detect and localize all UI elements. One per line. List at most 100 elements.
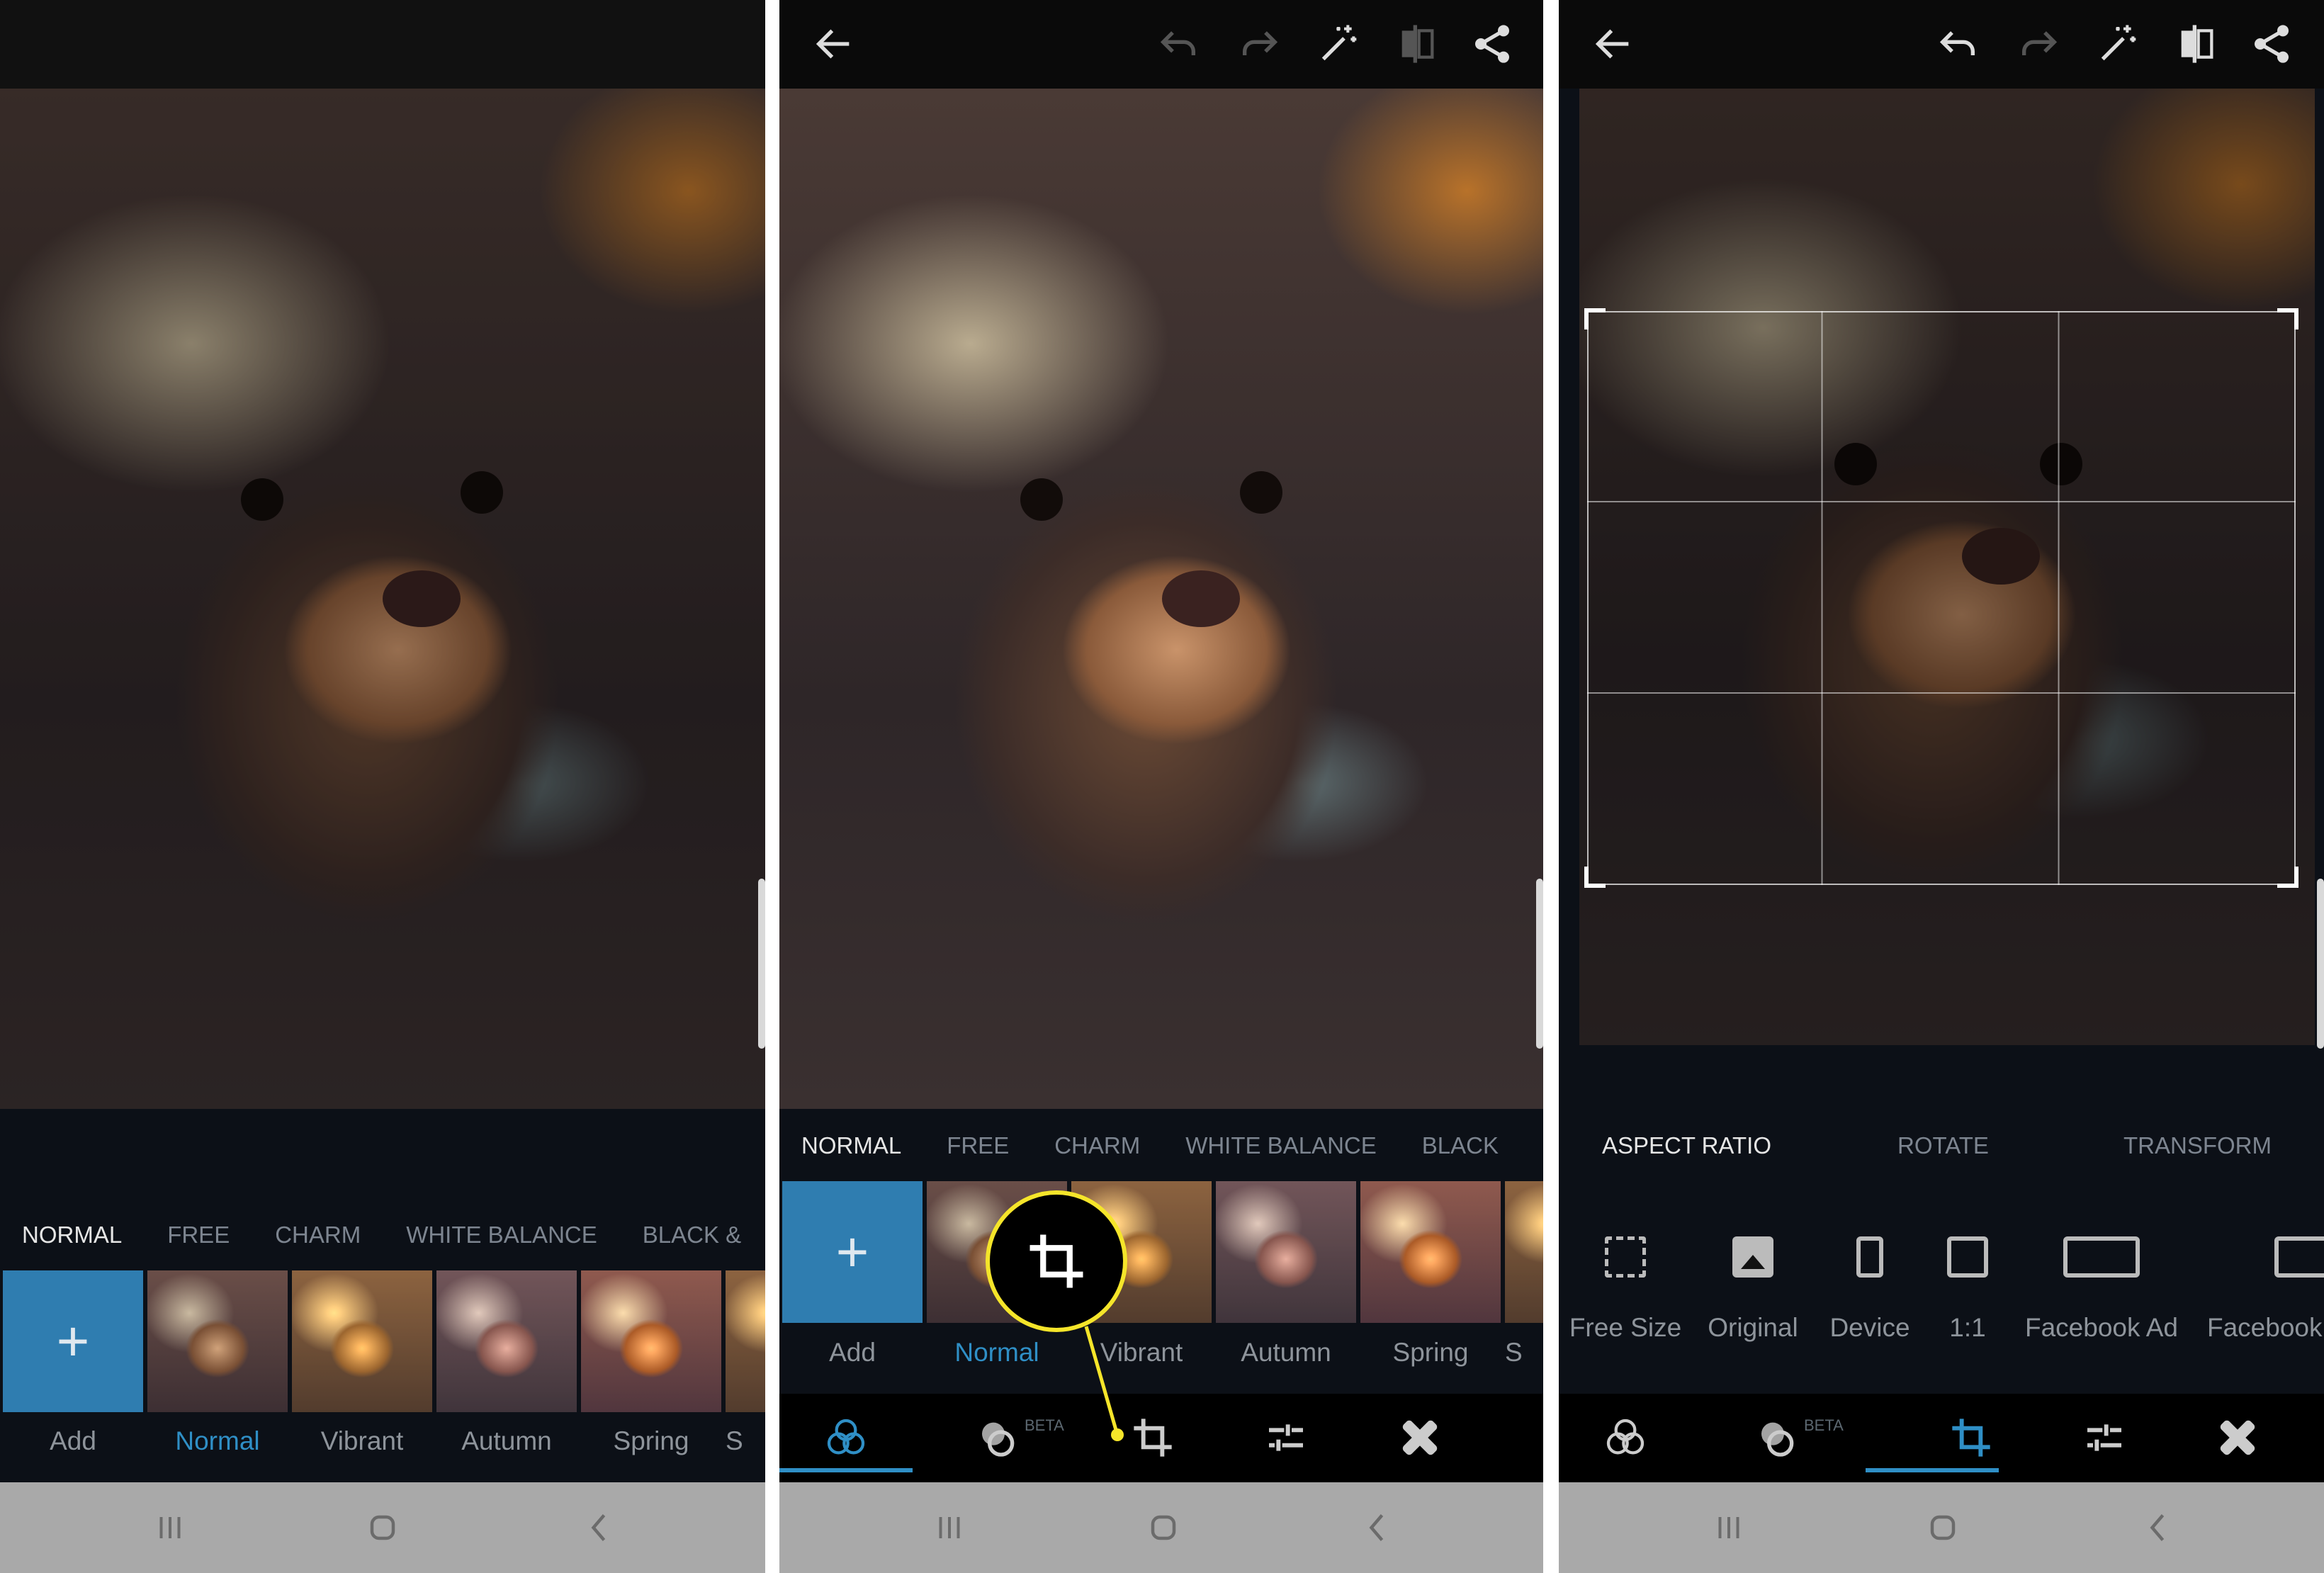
- undo-icon[interactable]: [1935, 21, 1980, 67]
- ratio-facebook[interactable]: Facebook: [2207, 1236, 2324, 1343]
- share-icon[interactable]: [1470, 21, 1515, 67]
- active-tool-indicator: [779, 1468, 913, 1472]
- look-label: S: [726, 1426, 743, 1455]
- share-icon[interactable]: [2249, 21, 2294, 67]
- adjust-tool-icon[interactable]: [1263, 1415, 1309, 1460]
- tab-white-balance[interactable]: WHITE BALANCE: [406, 1222, 597, 1248]
- tab-transform[interactable]: TRANSFORM: [2123, 1132, 2272, 1159]
- photo-detail: [1240, 471, 1282, 514]
- look-thumb-vibrant[interactable]: [292, 1270, 432, 1412]
- look-label: Spring: [613, 1426, 689, 1455]
- redo-icon[interactable]: [1237, 21, 1282, 67]
- photo-dim-overlay: [0, 89, 765, 1109]
- home-icon[interactable]: [1142, 1506, 1185, 1549]
- looks-category-tabs: NORMAL FREE CHARM WHITE BALANCE BLACK: [779, 1124, 1543, 1167]
- rect-icon: [2274, 1236, 2324, 1278]
- look-label: Autumn: [461, 1426, 552, 1455]
- back-nav-icon[interactable]: [577, 1506, 620, 1549]
- crop-handle-bottom-left[interactable]: [1584, 867, 1606, 888]
- healing-tool-icon[interactable]: [2215, 1415, 2260, 1460]
- beta-badge: BETA: [1025, 1416, 1064, 1434]
- looks-tool-icon[interactable]: [823, 1415, 869, 1460]
- look-thumb-spring[interactable]: [581, 1270, 721, 1412]
- magic-wand-icon[interactable]: [2095, 21, 2140, 67]
- android-nav-bar: [779, 1482, 1543, 1573]
- tab-black[interactable]: BLACK &: [643, 1222, 741, 1248]
- recent-apps-icon[interactable]: [1708, 1506, 1750, 1549]
- looks-category-tabs: NORMAL FREE CHARM WHITE BALANCE BLACK &: [0, 1214, 765, 1256]
- look-label: Autumn: [1241, 1338, 1331, 1367]
- compare-icon[interactable]: [1394, 21, 1440, 67]
- ratio-1-1[interactable]: 1:1: [1925, 1236, 2010, 1343]
- look-label: Spring: [1392, 1338, 1469, 1367]
- ratio-label: Free Size: [1569, 1313, 1682, 1342]
- heal-beta-tool-icon[interactable]: [976, 1415, 1022, 1460]
- look-thumb-next[interactable]: [1505, 1181, 1543, 1323]
- ratio-label: Device: [1829, 1313, 1910, 1342]
- crop-tool-icon[interactable]: [1130, 1415, 1175, 1460]
- tab-charm[interactable]: CHARM: [275, 1222, 361, 1248]
- ratio-label: Original: [1708, 1313, 1798, 1342]
- looks-tool-icon[interactable]: [1603, 1415, 1648, 1460]
- crop-icon: [1025, 1229, 1088, 1293]
- crop-callout-highlight: [986, 1190, 1127, 1332]
- look-label: Add: [50, 1426, 96, 1455]
- recent-apps-icon[interactable]: [928, 1506, 971, 1549]
- phone-icon: [1856, 1236, 1883, 1278]
- tab-normal[interactable]: NORMAL: [801, 1132, 901, 1159]
- tab-black[interactable]: BLACK: [1422, 1132, 1499, 1159]
- crop-handle-top-right[interactable]: [2277, 308, 2298, 329]
- scrollbar[interactable]: [2317, 879, 2324, 1049]
- undo-icon[interactable]: [1156, 21, 1201, 67]
- adjust-tool-icon[interactable]: [2082, 1415, 2127, 1460]
- photo-canvas: [0, 89, 765, 1109]
- look-label: S: [1505, 1338, 1523, 1367]
- look-thumb-spring[interactable]: [1360, 1181, 1501, 1323]
- ratio-free-size[interactable]: Free Size: [1562, 1236, 1689, 1343]
- healing-tool-icon[interactable]: [1397, 1415, 1443, 1460]
- photo-canvas: [779, 89, 1543, 1109]
- android-nav-bar: [1559, 1482, 2324, 1573]
- add-look-button[interactable]: +: [782, 1181, 923, 1323]
- tab-white-balance[interactable]: WHITE BALANCE: [1185, 1132, 1377, 1159]
- magic-wand-icon[interactable]: [1316, 21, 1361, 67]
- looks-labels: Add Normal Vibrant Autumn Spring S: [782, 1338, 1543, 1368]
- look-thumb-autumn[interactable]: [436, 1270, 577, 1412]
- back-arrow-icon[interactable]: [1591, 21, 1636, 67]
- back-nav-icon[interactable]: [1355, 1506, 1398, 1549]
- free-size-icon: [1605, 1236, 1646, 1278]
- back-nav-icon[interactable]: [2136, 1506, 2179, 1549]
- ratio-facebook-ad[interactable]: Facebook Ad: [2016, 1236, 2187, 1343]
- top-toolbar: [1559, 0, 2324, 89]
- android-nav-bar: [0, 1482, 765, 1573]
- compare-icon[interactable]: [2174, 21, 2219, 67]
- recent-apps-icon[interactable]: [149, 1506, 191, 1549]
- heal-beta-tool-icon[interactable]: [1756, 1415, 1801, 1460]
- look-label: Normal: [954, 1338, 1039, 1367]
- look-thumb-autumn[interactable]: [1216, 1181, 1356, 1323]
- look-thumb-next[interactable]: [726, 1270, 765, 1412]
- look-thumb-normal[interactable]: [147, 1270, 288, 1412]
- tab-free[interactable]: FREE: [167, 1222, 230, 1248]
- tab-rotate[interactable]: ROTATE: [1897, 1132, 1989, 1159]
- scrollbar[interactable]: [758, 879, 765, 1049]
- crop-handle-top-left[interactable]: [1584, 308, 1606, 329]
- add-look-button[interactable]: +: [3, 1270, 143, 1412]
- ratio-device[interactable]: Device: [1817, 1236, 1923, 1343]
- looks-labels: Add Normal Vibrant Autumn Spring S: [3, 1426, 765, 1456]
- redo-icon[interactable]: [2016, 21, 2062, 67]
- crop-tool-icon[interactable]: [1948, 1415, 1994, 1460]
- home-icon[interactable]: [361, 1506, 404, 1549]
- crop-tabs: ASPECT RATIO ROTATE TRANSFORM: [1559, 1124, 2324, 1167]
- ratio-original[interactable]: Original: [1689, 1236, 1817, 1343]
- scrollbar[interactable]: [1536, 879, 1543, 1049]
- crop-box[interactable]: [1584, 308, 2298, 888]
- crop-handle-bottom-right[interactable]: [2277, 867, 2298, 888]
- tab-aspect-ratio[interactable]: ASPECT RATIO: [1602, 1132, 1771, 1159]
- ratio-label: Facebook Ad: [2025, 1313, 2178, 1342]
- tab-normal[interactable]: NORMAL: [22, 1222, 122, 1248]
- back-arrow-icon[interactable]: [811, 21, 857, 67]
- tab-free[interactable]: FREE: [947, 1132, 1009, 1159]
- tab-charm[interactable]: CHARM: [1054, 1132, 1140, 1159]
- home-icon[interactable]: [1922, 1506, 1964, 1549]
